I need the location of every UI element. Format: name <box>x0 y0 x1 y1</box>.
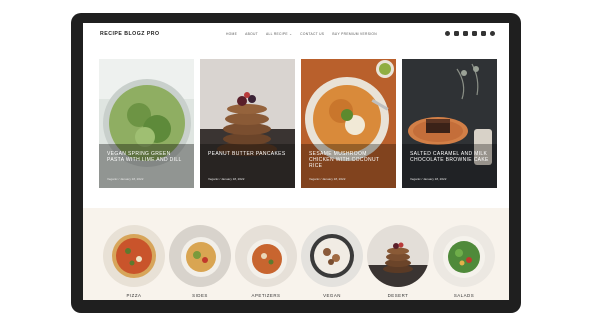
nav-buy-premium[interactable]: BUY PREMIUM VERSION <box>332 32 377 36</box>
pinterest-icon[interactable] <box>490 31 495 36</box>
category-image <box>103 225 165 287</box>
featured-card-green-pasta[interactable]: VEGAN SPRING GREEN PASTA WITH LIME AND D… <box>99 59 194 188</box>
category-image <box>301 225 363 287</box>
social-links <box>445 31 495 36</box>
category-label[interactable]: VEGAN <box>301 293 363 298</box>
x-icon[interactable] <box>472 31 477 36</box>
green-pasta-image <box>99 59 194 188</box>
nav-about[interactable]: ABOUT <box>245 32 258 36</box>
facebook-icon[interactable] <box>445 31 450 36</box>
top-navigation: RECIPE BLOGZ PRO HOME ABOUT ALL RECIPE ⌄… <box>83 23 509 45</box>
category-image <box>169 225 231 287</box>
vegan-image <box>301 225 363 287</box>
tiktok-icon[interactable] <box>481 31 486 36</box>
card-title[interactable]: PEANUT BUTTER PANCAKES <box>208 151 289 157</box>
sides-image <box>169 225 231 287</box>
card-title[interactable]: VEGAN SPRING GREEN PASTA WITH LIME AND D… <box>107 151 188 163</box>
category-image <box>433 225 495 287</box>
featured-card-brownie-cake[interactable]: SALTED CARAMEL AND MILK CHOCOLATE BROWNI… <box>402 59 497 188</box>
pancakes-image <box>200 59 295 188</box>
featured-card-mushroom-chicken[interactable]: SESAME MUSHROOM CHICKEN WITH COCONUT RIC… <box>301 59 396 188</box>
card-meta: Veganic / January 18, 2022 <box>208 177 245 181</box>
card-meta: Veganic / January 18, 2022 <box>410 177 447 181</box>
pizza-image <box>103 225 165 287</box>
category-label[interactable]: APETIZERS <box>235 293 297 298</box>
nav-all-recipe[interactable]: ALL RECIPE ⌄ <box>266 32 292 36</box>
site-logo[interactable]: RECIPE BLOGZ PRO <box>100 31 160 37</box>
card-meta: Veganic / January 18, 2022 <box>309 177 346 181</box>
nav-home[interactable]: HOME <box>226 32 237 36</box>
salads-image <box>433 225 495 287</box>
brownie-cake-image <box>402 59 497 188</box>
youtube-icon[interactable] <box>463 31 468 36</box>
card-meta: Veganic / January 18, 2022 <box>107 177 144 181</box>
website-screen: RECIPE BLOGZ PRO HOME ABOUT ALL RECIPE ⌄… <box>83 23 509 300</box>
instagram-icon[interactable] <box>454 31 459 36</box>
category-label[interactable]: SALADS <box>433 293 495 298</box>
category-label[interactable]: PIZZA <box>103 293 165 298</box>
main-menu: HOME ABOUT ALL RECIPE ⌄ CONTACT US BUY P… <box>226 32 377 36</box>
desert-image <box>367 225 429 287</box>
category-label[interactable]: SIDES <box>169 293 231 298</box>
apetizers-image <box>235 225 297 287</box>
card-title[interactable]: SESAME MUSHROOM CHICKEN WITH COCONUT RIC… <box>309 151 390 170</box>
category-image <box>367 225 429 287</box>
nav-contact-us[interactable]: CONTACT US <box>300 32 324 36</box>
category-image <box>235 225 297 287</box>
category-label[interactable]: DESERT <box>367 293 429 298</box>
featured-recipes: VEGAN SPRING GREEN PASTA WITH LIME AND D… <box>99 59 497 189</box>
featured-card-pancakes[interactable]: PEANUT BUTTER PANCAKES Veganic / January… <box>200 59 295 188</box>
card-title[interactable]: SALTED CARAMEL AND MILK CHOCOLATE BROWNI… <box>410 151 491 163</box>
